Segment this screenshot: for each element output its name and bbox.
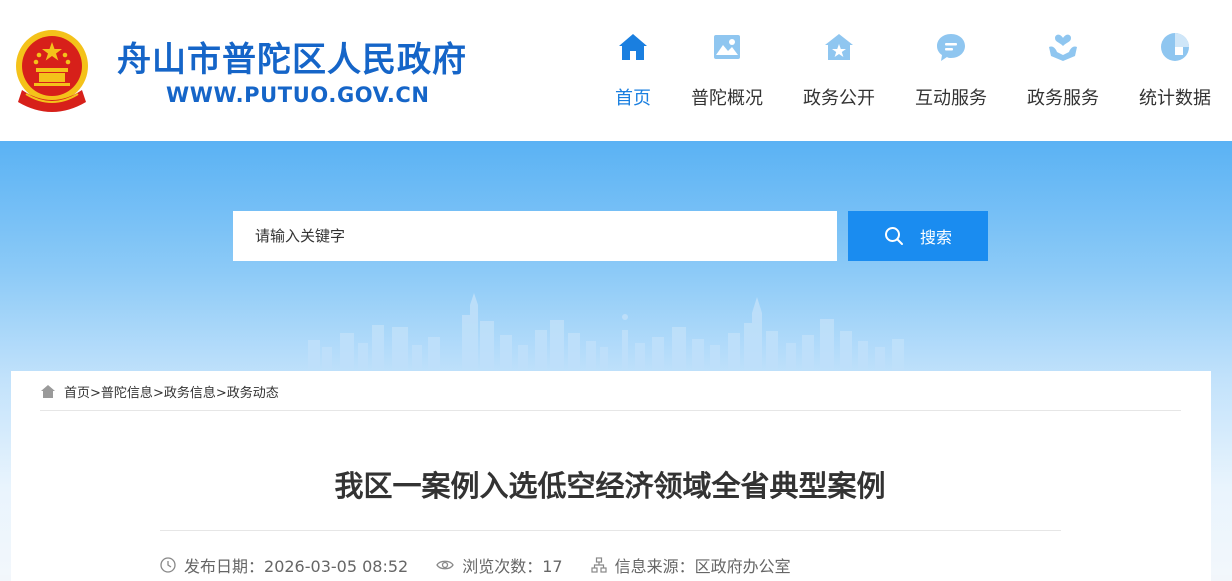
breadcrumb: 首页>普陀信息>政务信息>政务动态 [40, 382, 279, 401]
breadcrumb-gov-news[interactable]: 政务动态 [227, 386, 279, 401]
info-source-value: 区政府办公室 [694, 557, 791, 576]
chat-icon [937, 34, 965, 61]
nav-label: 普陀概况 [691, 88, 763, 109]
search-input[interactable] [233, 211, 837, 261]
breadcrumb-gov-info[interactable]: 政务信息 [164, 386, 216, 401]
clock-icon [160, 557, 176, 573]
view-count-label: 浏览次数： [462, 557, 543, 576]
nav-label: 统计数据 [1139, 88, 1211, 109]
nav-services[interactable]: 政务服务 [1008, 30, 1118, 110]
publish-date: 发布日期：2026-03-05 08:52 [160, 553, 408, 577]
city-skyline-illustration [308, 293, 904, 375]
site-name[interactable]: 舟山市普陀区人民政府 [117, 32, 467, 81]
breadcrumb-putuo-info[interactable]: 普陀信息 [101, 386, 153, 401]
nav-label: 政务服务 [1027, 88, 1099, 109]
nav-label: 互动服务 [915, 88, 987, 109]
divider [160, 530, 1061, 531]
breadcrumb-separator: > [90, 386, 101, 401]
landscape-icon [714, 35, 740, 59]
home-icon [41, 385, 55, 398]
breadcrumb-separator: > [152, 386, 164, 401]
government-icon [825, 34, 853, 60]
view-count-value: 17 [542, 557, 563, 576]
info-source: 信息来源：区政府办公室 [590, 553, 791, 577]
org-chart-icon [590, 557, 607, 573]
info-source-label: 信息来源： [614, 557, 695, 576]
nav-statistics[interactable]: 统计数据 [1120, 30, 1230, 110]
breadcrumb-separator: > [215, 386, 227, 401]
search-button[interactable]: 搜索 [848, 211, 988, 261]
pie-chart-icon [1161, 33, 1189, 61]
article-title: 我区一案例入选低空经济领域全省典型案例 [334, 469, 886, 503]
article-meta: 发布日期：2026-03-05 08:52 浏览次数：17 信息来源：区政府办公… [160, 553, 819, 577]
eye-icon [436, 560, 454, 570]
search-icon [884, 227, 903, 245]
home-icon [619, 34, 647, 60]
divider [40, 410, 1181, 411]
nav-label: 政务公开 [803, 88, 875, 109]
view-count: 浏览次数：17 [436, 553, 563, 577]
breadcrumb-home[interactable]: 首页 [64, 386, 90, 401]
publish-date-value: 2026-03-05 08:52 [264, 557, 409, 576]
site-url[interactable]: WWW.PUTUO.GOV.CN [166, 83, 430, 107]
nav-interaction[interactable]: 互动服务 [896, 30, 1006, 110]
nav-gov-affairs[interactable]: 政务公开 [784, 30, 894, 110]
site-header: 舟山市普陀区人民政府 WWW.PUTUO.GOV.CN 首页 普陀概况 政务公开… [0, 0, 1232, 141]
national-emblem-logo[interactable] [12, 28, 92, 114]
publish-date-label: 发布日期： [184, 557, 265, 576]
service-hands-icon [1049, 34, 1077, 61]
search-button-label: 搜索 [919, 228, 952, 247]
nav-overview[interactable]: 普陀概况 [672, 30, 782, 110]
